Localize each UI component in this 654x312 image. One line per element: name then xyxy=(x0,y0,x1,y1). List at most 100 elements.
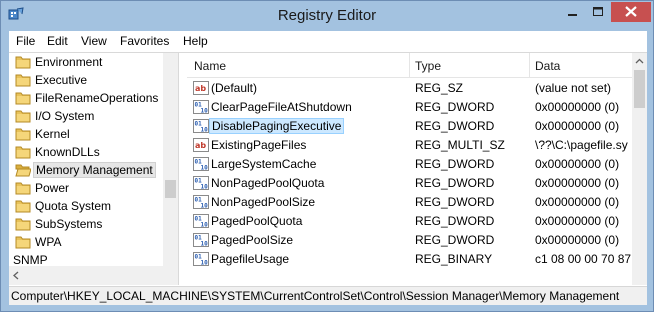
value-row[interactable]: 01 10 PagedPoolQuota REG_DWORD 0x00000000… xyxy=(187,212,633,231)
menu-help[interactable]: Help xyxy=(183,34,208,48)
svg-text:10: 10 xyxy=(201,184,209,191)
value-name: (Default) xyxy=(211,81,258,95)
menu-view[interactable]: View xyxy=(81,34,107,48)
binary-value-icon: 0110 xyxy=(193,252,209,267)
status-bar: Computer\HKEY_LOCAL_MACHINE\SYSTEM\Curre… xyxy=(9,286,647,305)
folder-icon xyxy=(15,92,31,105)
value-name: PagedPoolQuota xyxy=(211,214,303,228)
svg-text:10: 10 xyxy=(201,127,209,134)
value-name: NonPagedPoolQuota xyxy=(211,176,325,190)
pane-splitter[interactable] xyxy=(179,53,187,285)
minimize-button[interactable] xyxy=(559,2,585,22)
tree-item-label: Memory Management xyxy=(33,162,156,178)
string-value-icon: ab xyxy=(193,81,209,95)
svg-text:10: 10 xyxy=(201,165,209,172)
value-row[interactable]: 01 10 LargeSystemCache REG_DWORD 0x000000… xyxy=(187,155,633,174)
scroll-up-icon[interactable] xyxy=(635,57,644,66)
tree-item-label: Power xyxy=(35,181,70,195)
value-data: 0x00000000 (0) xyxy=(535,100,620,114)
folder-icon xyxy=(15,74,31,87)
open-folder-icon xyxy=(15,164,31,177)
value-type: REG_DWORD xyxy=(415,214,495,228)
menu-edit[interactable]: Edit xyxy=(47,34,68,48)
maximize-icon xyxy=(593,7,603,16)
tree-item-label: Environment xyxy=(35,55,103,69)
value-type: REG_DWORD xyxy=(415,233,495,247)
window-title: Registry Editor xyxy=(277,7,377,24)
value-row[interactable]: 01 10 NonPagedPoolSize REG_DWORD 0x000000… xyxy=(187,193,633,212)
tree-horizontal-scrollbar[interactable] xyxy=(9,266,163,285)
values-vertical-scrollbar[interactable] xyxy=(632,53,647,285)
list-header: Name Type Data xyxy=(187,53,647,78)
title-bar[interactable]: Registry Editor xyxy=(1,1,653,31)
value-row[interactable]: 01 10 PagedPoolSize REG_DWORD 0x00000000 … xyxy=(187,231,633,250)
value-type: REG_DWORD xyxy=(415,176,495,190)
value-row-selected[interactable]: 01 10 DisablePagingExecutive REG_DWORD 0x… xyxy=(187,117,633,136)
tree-scroll-thumb[interactable] xyxy=(165,180,176,198)
minimize-icon xyxy=(568,14,577,16)
value-name: ExistingPageFiles xyxy=(211,138,307,152)
binary-value-icon: 0110 xyxy=(193,157,209,172)
content-area: Environment Executive FileRenameOperatio… xyxy=(9,52,647,286)
value-name: PagefileUsage xyxy=(211,252,290,266)
binary-value-icon: 0110 xyxy=(193,195,209,210)
column-divider[interactable] xyxy=(409,53,410,78)
folder-icon xyxy=(15,200,31,213)
value-data: 0x00000000 (0) xyxy=(535,176,620,190)
key-tree-pane[interactable]: Environment Executive FileRenameOperatio… xyxy=(9,53,179,285)
svg-text:10: 10 xyxy=(201,108,209,115)
value-name: NonPagedPoolSize xyxy=(211,195,316,209)
value-data: c1 08 00 00 70 87 0 xyxy=(535,252,633,266)
column-header-type[interactable]: Type xyxy=(415,59,441,73)
folder-icon xyxy=(15,128,31,141)
value-type: REG_BINARY xyxy=(415,252,493,266)
close-button[interactable] xyxy=(611,2,651,22)
column-header-data[interactable]: Data xyxy=(535,59,560,73)
menu-favorites[interactable]: Favorites xyxy=(120,34,169,48)
values-scroll-thumb[interactable] xyxy=(634,70,645,108)
svg-text:10: 10 xyxy=(201,203,209,210)
value-type: REG_MULTI_SZ xyxy=(415,138,505,152)
value-type: REG_SZ xyxy=(415,81,464,95)
value-name: LargeSystemCache xyxy=(211,157,317,171)
maximize-button[interactable] xyxy=(585,2,611,22)
value-data: 0x00000000 (0) xyxy=(535,214,620,228)
tree-item-label: Executive xyxy=(35,73,88,87)
column-header-name[interactable]: Name xyxy=(194,59,226,73)
folder-icon xyxy=(15,218,31,231)
close-icon xyxy=(625,6,637,17)
svg-text:ab: ab xyxy=(195,84,206,93)
value-row[interactable]: ab (Default) REG_SZ (value not set) xyxy=(187,79,633,98)
tree-item-label: WPA xyxy=(35,235,62,249)
tree-item-label: SubSystems xyxy=(35,217,103,231)
binary-value-icon: 0110 xyxy=(193,119,209,134)
value-type: REG_DWORD xyxy=(415,157,495,171)
value-type: REG_DWORD xyxy=(415,195,495,209)
tree-item-label: Kernel xyxy=(35,127,70,141)
menu-file[interactable]: File xyxy=(16,34,35,48)
value-type: REG_DWORD xyxy=(415,100,495,114)
tree-vertical-scrollbar[interactable] xyxy=(163,53,178,285)
folder-icon xyxy=(15,236,31,249)
value-name: DisablePagingExecutive xyxy=(209,118,345,134)
value-name: ClearPageFileAtShutdown xyxy=(211,100,352,114)
value-row[interactable]: 01 10 PagefileUsage REG_BINARY c1 08 00 0… xyxy=(187,250,633,269)
value-data: 0x00000000 (0) xyxy=(535,157,620,171)
value-data: 0x00000000 (0) xyxy=(535,233,620,247)
folder-icon xyxy=(15,182,31,195)
svg-text:10: 10 xyxy=(201,241,209,248)
tree-item-label: SNMP xyxy=(13,253,48,267)
folder-icon xyxy=(15,146,31,159)
value-row[interactable]: 01 10 NonPagedPoolQuota REG_DWORD 0x00000… xyxy=(187,174,633,193)
value-row[interactable]: 01 10 ClearPageFileAtShutdown REG_DWORD 0… xyxy=(187,98,633,117)
column-divider[interactable] xyxy=(529,53,530,78)
binary-value-icon: 0110 xyxy=(193,214,209,229)
value-row[interactable]: ab ExistingPageFiles REG_MULTI_SZ \??\C:… xyxy=(187,136,633,155)
tree-item-label: I/O System xyxy=(35,109,95,123)
value-data: \??\C:\pagefile.sy xyxy=(535,138,628,152)
values-list-pane[interactable]: Name Type Data ab (Default) REG_SZ (valu… xyxy=(187,53,647,285)
value-data: 0x00000000 (0) xyxy=(535,195,620,209)
scroll-left-icon[interactable] xyxy=(12,271,21,280)
value-data: 0x00000000 (0) xyxy=(535,119,620,133)
svg-text:ab: ab xyxy=(195,141,206,150)
